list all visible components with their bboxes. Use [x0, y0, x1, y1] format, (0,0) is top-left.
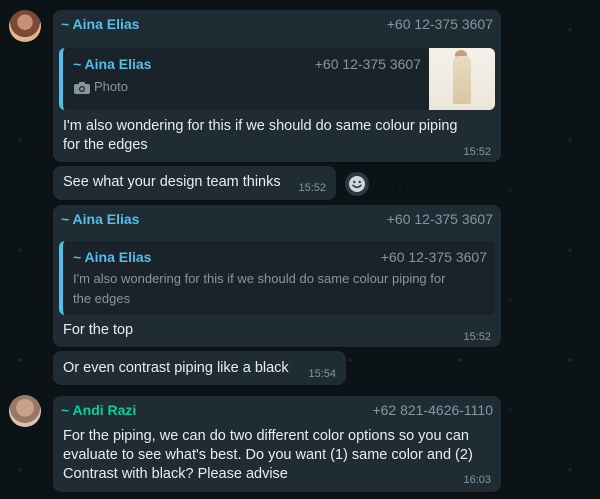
- quoted-message[interactable]: ~ Aina Elias +60 12-375 3607 I'm also wo…: [59, 241, 495, 315]
- message-time: 15:52: [463, 331, 491, 343]
- quoted-text: Photo: [94, 79, 128, 94]
- message-text: See what your design team thinks: [63, 174, 281, 190]
- quoted-sender-phone: +60 12-375 3607: [380, 249, 487, 265]
- quoted-text: I'm also wondering for this if we should…: [73, 271, 446, 286]
- message-bubble[interactable]: ~ Aina Elias +60 12-375 3607 ~ Aina Elia…: [53, 205, 501, 347]
- sender-phone: +60 12-375 3607: [386, 211, 493, 227]
- message-text: Or even contrast piping like a black: [63, 360, 289, 376]
- message-text: For the top: [63, 322, 134, 338]
- sender-row: ~ Aina Elias +60 12-375 3607: [61, 211, 493, 229]
- message-time: 15:52: [298, 182, 326, 194]
- message-text: For the piping, we can do two different …: [63, 428, 469, 444]
- smiley-icon: [349, 176, 365, 192]
- sender-row: ~ Aina Elias +60 12-375 3607: [61, 16, 493, 34]
- message-text: for the edges: [63, 137, 148, 153]
- photo-subject-body: [453, 56, 471, 104]
- avatar-andi-razi[interactable]: [9, 395, 41, 427]
- camera-icon: [73, 81, 91, 95]
- sender-phone: +62 821-4626-1110: [372, 402, 493, 418]
- quoted-sender-name: ~ Aina Elias: [73, 56, 152, 72]
- emoji-reaction-button[interactable]: [345, 172, 369, 196]
- sender-name[interactable]: ~ Aina Elias: [61, 211, 139, 227]
- message-bubble[interactable]: Or even contrast piping like a black 15:…: [53, 351, 346, 385]
- avatar-aina-elias[interactable]: [9, 10, 41, 42]
- message-text: I'm also wondering for this if we should…: [63, 118, 458, 134]
- sender-row: ~ Andi Razi +62 821-4626-1110: [61, 402, 493, 420]
- photo-thumbnail[interactable]: [429, 48, 495, 110]
- message-bubble[interactable]: ~ Andi Razi +62 821-4626-1110 For the pi…: [53, 396, 501, 492]
- quoted-message[interactable]: ~ Aina Elias +60 12-375 3607 Photo: [59, 48, 495, 110]
- message-time: 15:54: [308, 368, 336, 380]
- quoted-text: the edges: [73, 291, 131, 306]
- message-time: 15:52: [463, 146, 491, 158]
- sender-name[interactable]: ~ Andi Razi: [61, 402, 136, 418]
- message-text: evaluate to see what's best. Do you want…: [63, 447, 473, 463]
- sender-name[interactable]: ~ Aina Elias: [61, 16, 139, 32]
- quoted-sender-name: ~ Aina Elias: [73, 249, 152, 265]
- sender-phone: +60 12-375 3607: [386, 16, 493, 32]
- message-text: Contrast with black? Please advise: [63, 466, 288, 482]
- quoted-sender-phone: +60 12-375 3607: [314, 56, 421, 72]
- message-bubble[interactable]: ~ Aina Elias +60 12-375 3607 ~ Aina Elia…: [53, 10, 501, 162]
- message-time: 16:03: [463, 474, 491, 486]
- message-bubble[interactable]: See what your design team thinks 15:52: [53, 166, 336, 200]
